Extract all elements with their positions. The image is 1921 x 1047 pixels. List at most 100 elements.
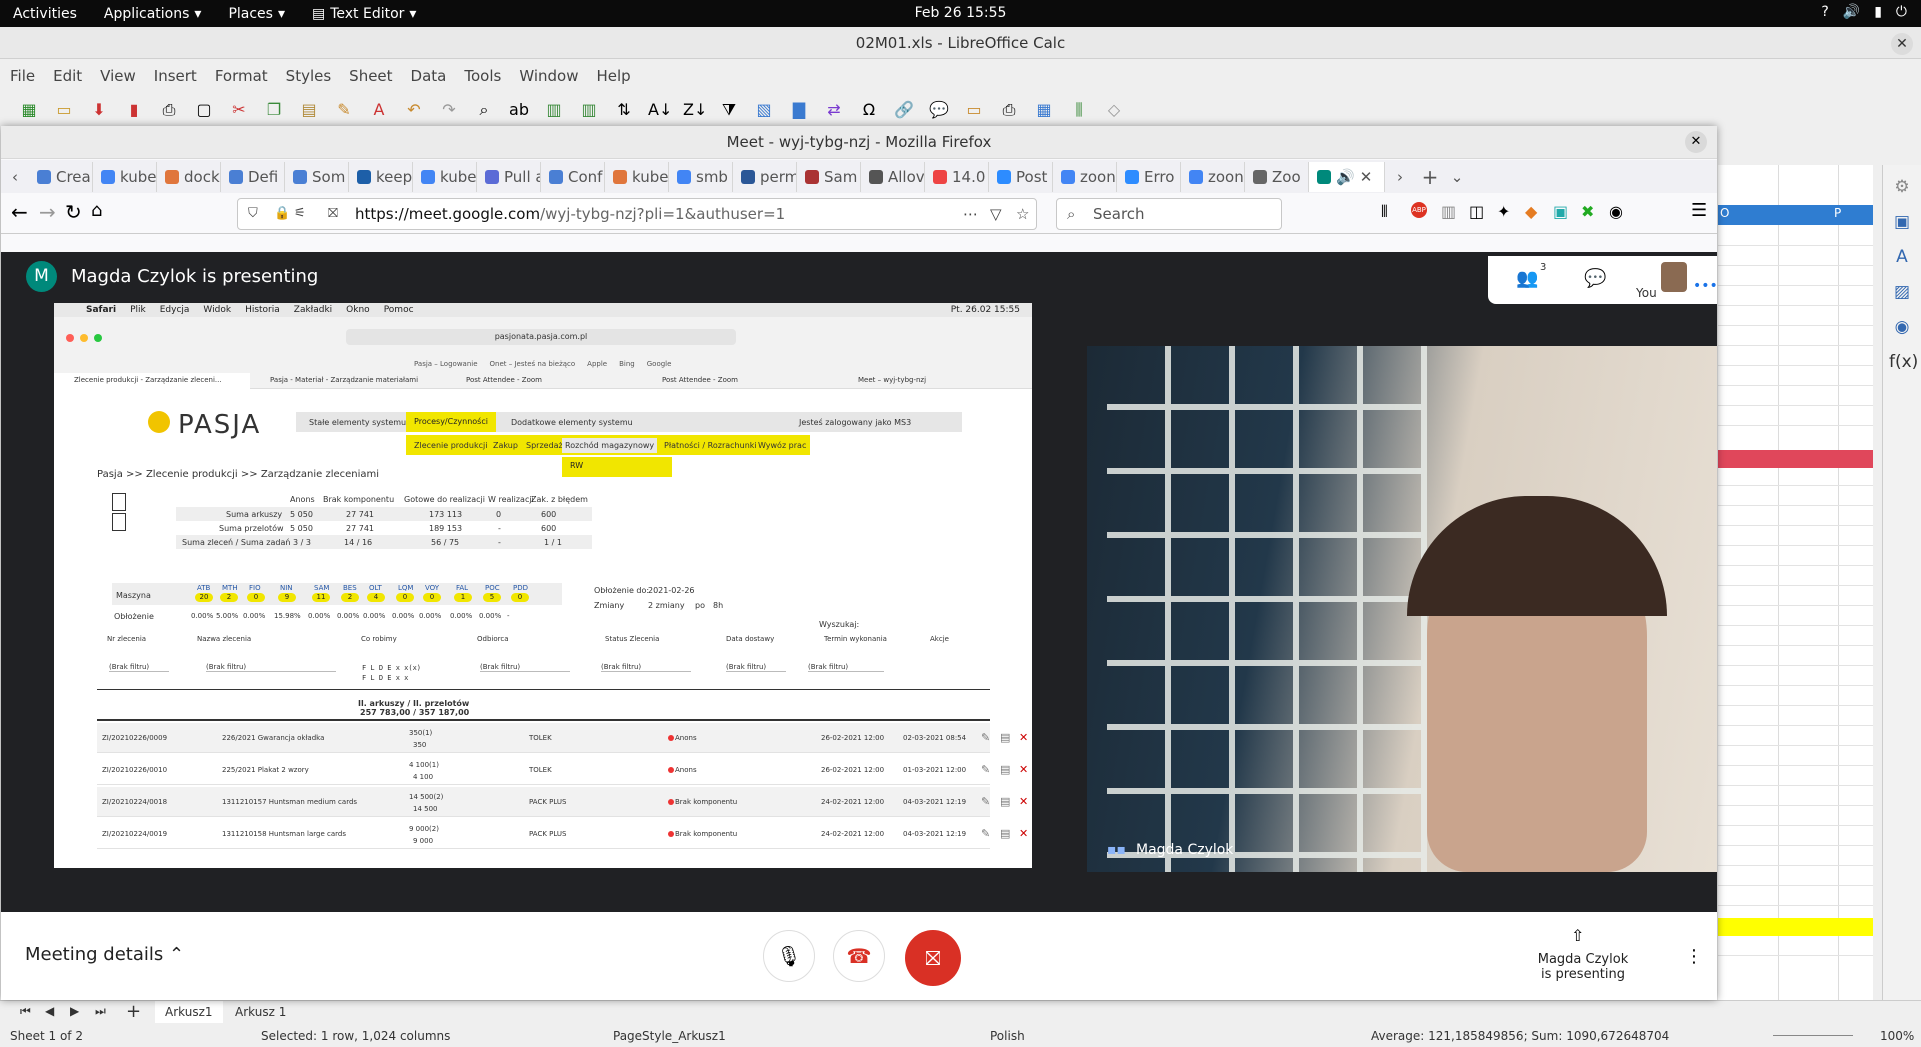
browser-tab[interactable]: kube [413, 161, 477, 192]
speaker-icon[interactable]: 🔊 [1336, 168, 1355, 186]
status-language[interactable]: Polish [990, 1029, 1025, 1043]
text-editor-menu[interactable]: ▤ Text Editor ▾ [312, 6, 416, 22]
adblock-icon[interactable]: ABP [1411, 202, 1427, 218]
self-view-thumbnail[interactable] [1661, 262, 1687, 292]
library-icon[interactable]: ⫴ [1381, 202, 1388, 222]
reload-icon[interactable]: ↻ [65, 200, 82, 224]
next-sheet-icon[interactable]: ▶ [70, 1004, 79, 1018]
microphone-button[interactable]: 🎙 [763, 930, 815, 982]
browser-tab[interactable]: Allov [861, 161, 925, 192]
applications-menu[interactable]: Applications ▾ [104, 6, 202, 22]
battery-icon[interactable]: ▮ [1874, 4, 1882, 20]
people-icon[interactable]: 👥 [1516, 268, 1538, 289]
menu-help[interactable]: Help [596, 67, 630, 85]
browser-tab[interactable]: zoon [1181, 161, 1245, 192]
status-sum[interactable]: Average: 121,185849856; Sum: 1090,672648… [1371, 1029, 1669, 1043]
split-icon[interactable]: ⫼ [1068, 99, 1090, 121]
menu-edit[interactable]: Edit [53, 67, 82, 85]
print-range-icon[interactable]: ⎙ [998, 99, 1020, 121]
more-options-icon[interactable]: ⋮ [1685, 946, 1703, 967]
menu-format[interactable]: Format [215, 67, 268, 85]
redo-icon[interactable]: ↷ [438, 99, 460, 121]
browser-tab[interactable]: keep [349, 161, 413, 192]
first-sheet-icon[interactable]: ⏮ [20, 1004, 31, 1019]
sort-desc-icon[interactable]: Z↓ [683, 99, 707, 121]
find-icon[interactable]: ⌕ [473, 99, 495, 121]
menu-sheet[interactable]: Sheet [349, 67, 392, 85]
prev-sheet-icon[interactable]: ◀ [45, 1004, 54, 1018]
add-sheet-icon[interactable]: + [126, 1001, 141, 1022]
pivot-icon[interactable]: ⇄ [823, 99, 845, 121]
close-tab-icon[interactable]: ✕ [1360, 168, 1373, 186]
browser-tab[interactable]: kube [605, 161, 669, 192]
column-header-o[interactable]: O [1720, 206, 1729, 220]
properties-icon[interactable]: ▣ [1889, 209, 1915, 235]
cut-icon[interactable]: ✂ [228, 99, 250, 121]
chart-icon[interactable]: ▇ [788, 99, 810, 121]
open-icon[interactable]: ▭ [53, 99, 75, 121]
forward-icon[interactable]: → [39, 200, 56, 224]
undo-icon[interactable]: ↶ [403, 99, 425, 121]
comment-icon[interactable]: 💬 [928, 99, 950, 121]
participant-video-tile[interactable]: ▪▪ Magda Czylok [1087, 346, 1717, 872]
menu-file[interactable]: File [10, 67, 35, 85]
lock-icon[interactable]: 🔒 [274, 199, 290, 229]
tab-scroll-left-icon[interactable]: ‹ [1, 168, 29, 186]
sheet-tab-arkusz-1[interactable]: Arkusz 1 [225, 1001, 296, 1023]
browser-tab[interactable]: 14.0 [925, 161, 989, 192]
home-icon[interactable]: ⌂ [91, 200, 102, 221]
pocket-icon[interactable]: ▽ [990, 199, 1002, 229]
function-icon[interactable]: f(x) [1889, 349, 1918, 375]
hyperlink-icon[interactable]: 🔗 [893, 99, 915, 121]
browser-tab[interactable]: Sam [797, 161, 861, 192]
menu-tools[interactable]: Tools [464, 67, 501, 85]
account-icon[interactable]: ◉ [1609, 202, 1623, 221]
pdf-icon[interactable]: ▮ [123, 99, 145, 121]
close-icon[interactable]: ✕ [1685, 131, 1707, 153]
shield-icon[interactable]: ⛉ [248, 199, 258, 229]
filter-icon[interactable]: ⧩ [718, 99, 740, 121]
page-actions-icon[interactable]: ⋯ [963, 199, 978, 229]
camera-off-button[interactable]: ⛝ [905, 930, 961, 986]
menu-styles[interactable]: Styles [286, 67, 332, 85]
sort-asc-icon[interactable]: A↓ [648, 99, 672, 121]
browser-tab[interactable]: Conf [541, 161, 605, 192]
presenting-status[interactable]: Magda Czylok is presenting [1531, 952, 1635, 982]
menu-data[interactable]: Data [411, 67, 447, 85]
volume-icon[interactable]: 🔊 [1843, 4, 1860, 20]
styles-icon[interactable]: A [1889, 244, 1915, 270]
search-bar[interactable]: ⌕ Search [1056, 198, 1282, 230]
power-icon[interactable]: ⏻ [1896, 4, 1907, 20]
save-icon[interactable]: ⬇ [88, 99, 110, 121]
tab-scroll-right-icon[interactable]: › [1385, 168, 1415, 186]
browser-tab[interactable]: zoon [1053, 161, 1117, 192]
menu-view[interactable]: View [100, 67, 136, 85]
gallery-icon[interactable]: ▨ [1889, 279, 1915, 305]
menu-window[interactable]: Window [519, 67, 578, 85]
question-icon[interactable]: ? [1821, 4, 1828, 20]
hamburger-menu-icon[interactable]: ☰ [1691, 200, 1707, 221]
places-menu[interactable]: Places ▾ [228, 6, 285, 22]
list-tabs-icon[interactable]: ⌄ [1445, 168, 1469, 186]
header-footer-icon[interactable]: ▭ [963, 99, 985, 121]
browser-tab[interactable]: perm [733, 161, 797, 192]
activities-button[interactable]: Activities [13, 6, 77, 22]
permissions-icon[interactable]: ⚟ [294, 199, 306, 229]
extension-icon[interactable]: ✦ [1497, 202, 1510, 221]
close-icon[interactable]: ✕ [1891, 33, 1913, 55]
new-icon[interactable]: ▦ [18, 99, 40, 121]
clone-icon[interactable]: ✎ [333, 99, 355, 121]
zoom-slider[interactable] [1773, 1035, 1853, 1036]
spreadsheet-grid[interactable] [1718, 165, 1873, 1005]
column-icon[interactable]: ▥ [578, 99, 600, 121]
special-char-icon[interactable]: Ω [858, 99, 880, 121]
gear-icon[interactable]: ⚙ [1889, 174, 1915, 200]
metamask-icon[interactable]: ◆ [1525, 202, 1537, 221]
menu-insert[interactable]: Insert [154, 67, 197, 85]
copy-icon[interactable]: ❐ [263, 99, 285, 121]
browser-tab[interactable]: kube [93, 161, 157, 192]
clear-format-icon[interactable]: A [368, 99, 390, 121]
clock[interactable]: Feb 26 15:55 [0, 5, 1921, 21]
sidebar-icon[interactable]: ◫ [1469, 202, 1484, 221]
status-zoom[interactable]: 100% [1880, 1029, 1914, 1043]
